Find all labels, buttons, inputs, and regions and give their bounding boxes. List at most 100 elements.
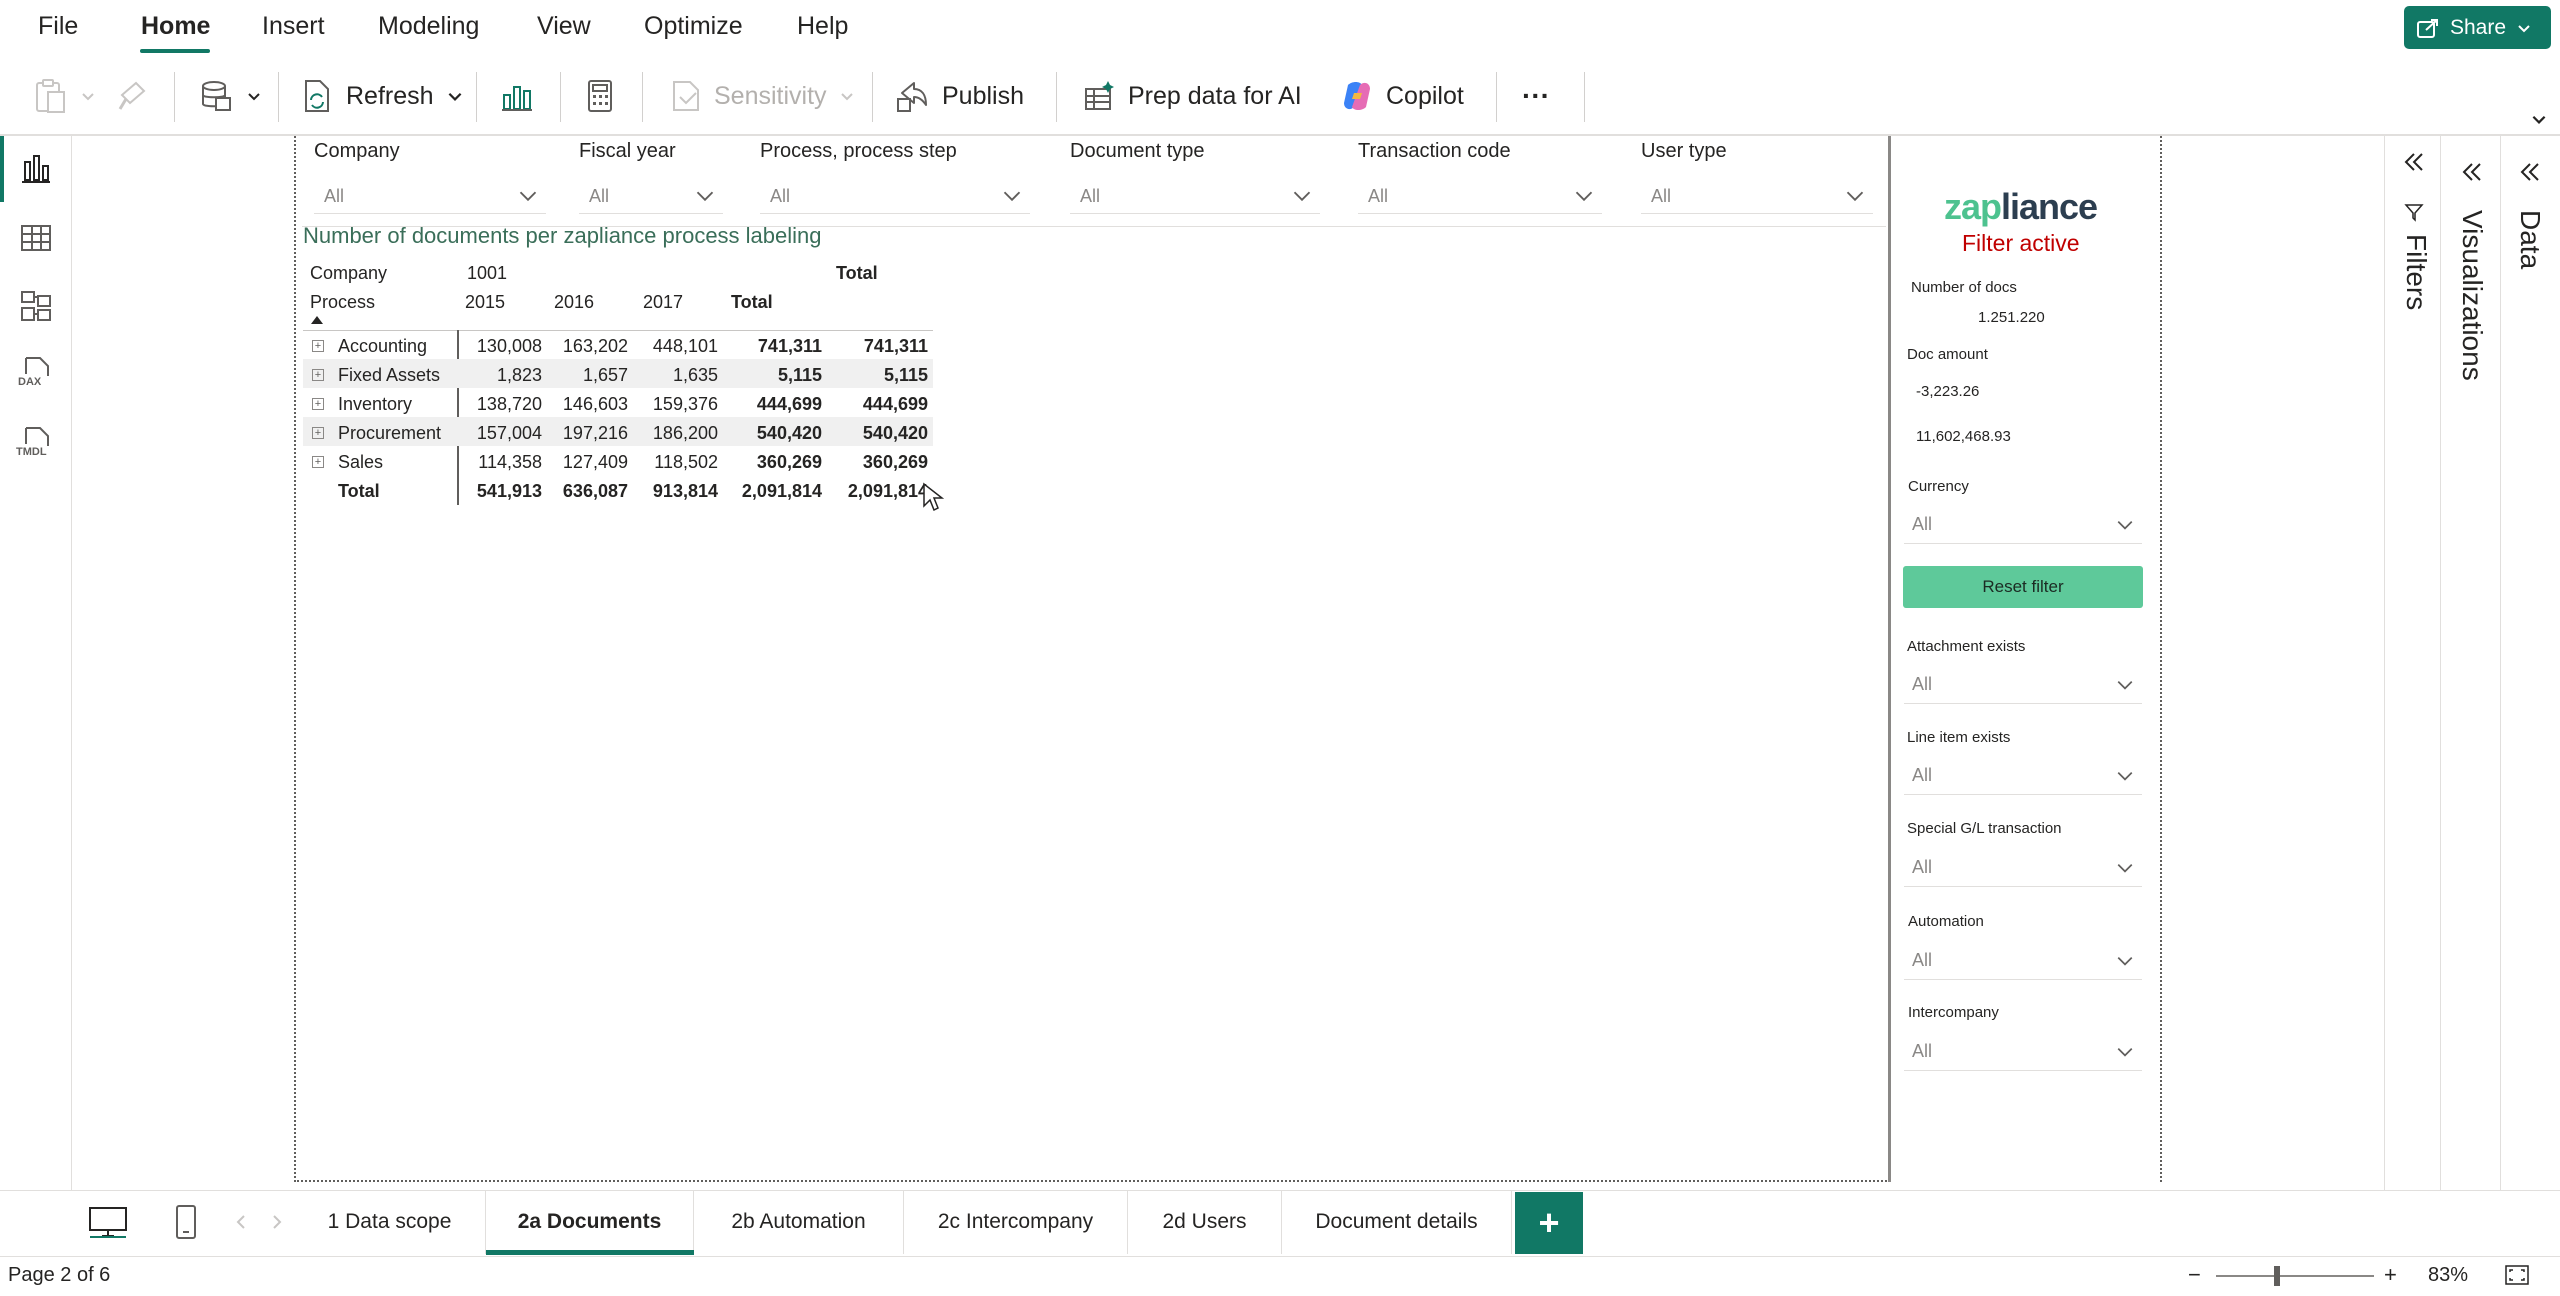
doc-amount-min-input[interactable]: -3,223.26 xyxy=(1916,383,1979,400)
matrix-cell[interactable]: 130,008 xyxy=(462,336,542,357)
matrix-cell[interactable]: 138,720 xyxy=(462,394,542,415)
menu-help[interactable]: Help xyxy=(797,12,848,41)
menu-home[interactable]: Home xyxy=(141,12,210,41)
page-tab-document-details[interactable]: Document details xyxy=(1282,1190,1512,1254)
reset-filter-button[interactable]: Reset filter xyxy=(1903,566,2143,608)
menu-insert[interactable]: Insert xyxy=(262,12,325,41)
expand-icon[interactable]: + xyxy=(312,456,324,468)
visualizations-pane-toggle[interactable]: Visualizations xyxy=(2452,150,2496,400)
expand-icon[interactable]: + xyxy=(312,398,324,410)
matrix-cell-total[interactable]: 913,814 xyxy=(636,481,718,502)
paste-button[interactable] xyxy=(34,70,96,122)
new-visual-button[interactable] xyxy=(500,70,534,122)
slicer-dropdown[interactable]: All xyxy=(1070,180,1320,214)
page-tab-users[interactable]: 2d Users xyxy=(1128,1190,1282,1254)
menu-view[interactable]: View xyxy=(537,12,591,41)
row-header[interactable]: Sales xyxy=(338,452,383,473)
slicer-dropdown[interactable]: All xyxy=(760,180,1030,214)
matrix-cell[interactable]: 118,502 xyxy=(636,452,718,473)
page-tab-automation[interactable]: 2b Automation xyxy=(694,1190,904,1254)
matrix-cell[interactable]: 186,200 xyxy=(636,423,718,444)
matrix-cell-total[interactable]: 360,269 xyxy=(722,452,822,473)
report-view-icon[interactable] xyxy=(18,150,54,186)
menu-file[interactable]: File xyxy=(38,12,78,41)
expand-icon[interactable]: + xyxy=(312,340,324,352)
zoom-slider[interactable]: − + xyxy=(2188,1262,2408,1288)
menu-modeling[interactable]: Modeling xyxy=(378,12,479,41)
matrix-cell[interactable]: 1,635 xyxy=(636,365,718,386)
slicer-dropdown[interactable]: All xyxy=(1641,180,1873,214)
matrix-cell[interactable]: 1,657 xyxy=(548,365,628,386)
page-tab-intercompany[interactable]: 2c Intercompany xyxy=(904,1190,1128,1254)
matrix-cell-grand-total[interactable]: 360,269 xyxy=(828,452,928,473)
row-header-process[interactable]: Process xyxy=(310,292,375,313)
attachment-exists-dropdown[interactable]: All xyxy=(1904,666,2142,704)
matrix-cell[interactable]: 159,376 xyxy=(636,394,718,415)
matrix-cell[interactable]: 197,216 xyxy=(548,423,628,444)
slicer-dropdown[interactable]: All xyxy=(1358,180,1602,214)
slicer-dropdown[interactable]: All xyxy=(579,180,723,214)
matrix-cell-grand-total[interactable]: 540,420 xyxy=(828,423,928,444)
row-header-total[interactable]: Total xyxy=(338,481,380,502)
copilot-button[interactable]: Copilot xyxy=(1340,70,1464,122)
page-tab-documents[interactable]: 2a Documents xyxy=(486,1190,694,1254)
currency-dropdown[interactable]: All xyxy=(1904,506,2142,544)
matrix-cell[interactable]: 448,101 xyxy=(636,336,718,357)
collapse-ribbon-icon[interactable] xyxy=(2530,110,2548,128)
prep-data-for-ai-button[interactable]: Prep data for AI xyxy=(1082,70,1302,122)
row-header[interactable]: Fixed Assets xyxy=(338,365,440,386)
matrix-cell-grand-total[interactable]: 444,699 xyxy=(828,394,928,415)
matrix-cell[interactable]: 157,004 xyxy=(462,423,542,444)
desktop-layout-icon[interactable] xyxy=(88,1206,128,1238)
matrix-cell-total[interactable]: 444,699 xyxy=(722,394,822,415)
slicer-dropdown[interactable]: All xyxy=(314,180,546,214)
zoom-thumb[interactable] xyxy=(2274,1266,2280,1286)
scroll-tabs-left-icon[interactable] xyxy=(234,1214,248,1230)
format-painter-button[interactable] xyxy=(116,70,150,122)
model-view-icon[interactable] xyxy=(18,288,54,324)
expand-icon[interactable]: + xyxy=(312,369,324,381)
column-header-year-total[interactable]: Total xyxy=(731,292,773,313)
matrix-cell-grand-total[interactable]: 741,311 xyxy=(828,336,928,357)
column-header-year[interactable]: 2017 xyxy=(643,292,683,313)
fit-to-page-icon[interactable] xyxy=(2504,1264,2530,1286)
zoom-in-icon[interactable]: + xyxy=(2384,1262,2397,1288)
matrix-cell-total[interactable]: 741,311 xyxy=(722,336,822,357)
table-view-icon[interactable] xyxy=(18,220,54,256)
expand-icon[interactable]: + xyxy=(312,427,324,439)
refresh-button[interactable]: Refresh xyxy=(300,70,464,122)
new-measure-button[interactable] xyxy=(584,70,616,122)
doc-amount-max-input[interactable]: 11,602,468.93 xyxy=(1916,428,2011,445)
row-header[interactable]: Inventory xyxy=(338,394,412,415)
row-header[interactable]: Accounting xyxy=(338,336,427,357)
matrix-cell-total[interactable]: 541,913 xyxy=(462,481,542,502)
sensitivity-button[interactable]: Sensitivity xyxy=(668,70,855,122)
matrix-cell[interactable]: 127,409 xyxy=(548,452,628,473)
intercompany-dropdown[interactable]: All xyxy=(1904,1033,2142,1071)
special-gl-dropdown[interactable]: All xyxy=(1904,849,2142,887)
more-options-button[interactable]: ··· xyxy=(1522,70,1550,122)
matrix-cell-total[interactable]: 540,420 xyxy=(722,423,822,444)
mobile-layout-icon[interactable] xyxy=(174,1204,198,1240)
matrix-cell[interactable]: 146,603 xyxy=(548,394,628,415)
menu-optimize[interactable]: Optimize xyxy=(644,12,743,41)
publish-button[interactable]: Publish xyxy=(896,70,1024,122)
matrix-cell-grand-total[interactable]: 5,115 xyxy=(828,365,928,386)
zoom-out-icon[interactable]: − xyxy=(2188,1262,2201,1288)
column-header-year[interactable]: 2015 xyxy=(465,292,505,313)
filters-pane-toggle[interactable]: Filters xyxy=(2396,150,2436,330)
matrix-cell[interactable]: 114,358 xyxy=(462,452,542,473)
matrix-cell-total[interactable]: 636,087 xyxy=(548,481,628,502)
data-pane-toggle[interactable]: Data xyxy=(2510,150,2554,290)
automation-dropdown[interactable]: All xyxy=(1904,942,2142,980)
matrix-cell-grand-total[interactable]: 2,091,814 xyxy=(828,481,928,502)
page-tab-data-scope[interactable]: 1 Data scope xyxy=(294,1190,486,1254)
matrix-cell[interactable]: 1,823 xyxy=(462,365,542,386)
tmdl-view-icon[interactable]: TMDL xyxy=(16,426,54,462)
row-header[interactable]: Procurement xyxy=(338,423,441,444)
scroll-tabs-right-icon[interactable] xyxy=(270,1214,284,1230)
matrix-cell-total[interactable]: 5,115 xyxy=(722,365,822,386)
get-data-button[interactable] xyxy=(198,70,262,122)
matrix-cell-total[interactable]: 2,091,814 xyxy=(722,481,822,502)
column-header-year[interactable]: 2016 xyxy=(554,292,594,313)
